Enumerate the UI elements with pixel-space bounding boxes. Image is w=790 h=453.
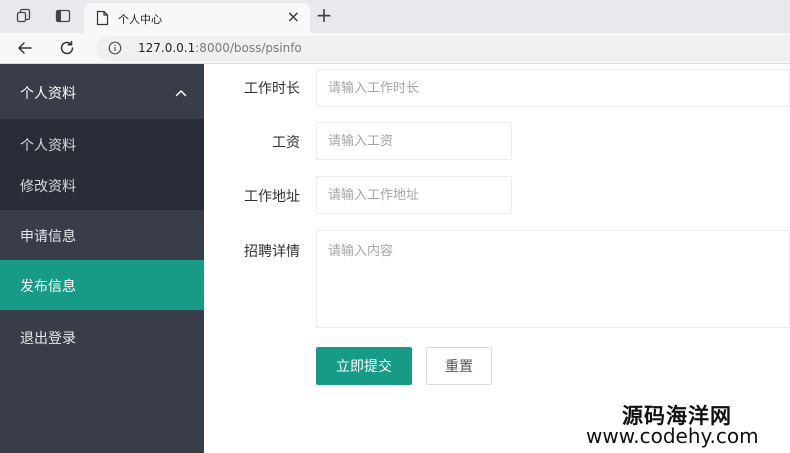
sidebar-item-label: 发布信息 (20, 279, 76, 295)
workspaces-icon[interactable] (16, 8, 32, 24)
url-path: :8000/boss/psinfo (195, 41, 302, 55)
reload-icon[interactable] (58, 39, 76, 57)
url-text: 127.0.0.1:8000/boss/psinfo (138, 41, 302, 55)
submit-button[interactable]: 立即提交 (316, 347, 412, 385)
url-host: 127.0.0.1 (138, 41, 196, 55)
chevron-up-icon[interactable] (175, 86, 187, 101)
duration-label: 工作时长 (244, 81, 300, 97)
watermark: 源码海洋网 www.codehy.com (584, 398, 790, 453)
sidebar-nav: 个人资料 个人资料 修改资料 申请信息 发布信息 退出登录 (0, 64, 204, 453)
watermark-url: www.codehy.com (586, 424, 759, 448)
tab-actions-icon[interactable] (55, 8, 71, 24)
close-tab-icon[interactable]: × (287, 8, 300, 26)
sidebar-item-logout[interactable]: 退出登录 (0, 312, 204, 362)
salary-label: 工资 (272, 135, 300, 151)
publish-form: 工作时长 工资 工作地址 招聘详情 立即提交 重置 (204, 64, 790, 453)
details-label: 招聘详情 (244, 244, 300, 260)
page-document-icon (96, 10, 109, 30)
browser-address-bar: 127.0.0.1:8000/boss/psinfo (0, 33, 790, 64)
sidebar-subitem-edit-profile[interactable]: 修改资料 (20, 176, 76, 196)
tab-title: 个人中心 (118, 13, 162, 26)
sidebar-item-publish[interactable]: 发布信息 (0, 260, 204, 310)
sidebar-item-label: 申请信息 (20, 229, 76, 245)
sidebar-submenu: 个人资料 修改资料 (0, 119, 204, 210)
address-input[interactable] (316, 176, 512, 214)
sidebar-group-label: 个人资料 (20, 86, 76, 102)
salary-input[interactable] (316, 122, 512, 160)
reset-button[interactable]: 重置 (426, 347, 492, 385)
browser-tab-active[interactable]: 个人中心 × (84, 3, 310, 33)
url-field[interactable]: 127.0.0.1:8000/boss/psinfo (96, 36, 790, 61)
sidebar-item-label: 退出登录 (20, 331, 76, 347)
browser-tab-bar: 个人中心 × + (0, 0, 790, 33)
site-info-icon[interactable] (108, 41, 122, 59)
sidebar-group-profile[interactable]: 个人资料 (0, 64, 204, 119)
sidebar-subitem-profile[interactable]: 个人资料 (20, 135, 76, 155)
duration-input[interactable] (316, 69, 790, 107)
address-label: 工作地址 (244, 189, 300, 205)
details-textarea[interactable] (316, 230, 790, 328)
sidebar-item-applications[interactable]: 申请信息 (0, 210, 204, 260)
back-arrow-icon[interactable] (16, 39, 34, 57)
new-tab-icon[interactable]: + (313, 4, 335, 26)
